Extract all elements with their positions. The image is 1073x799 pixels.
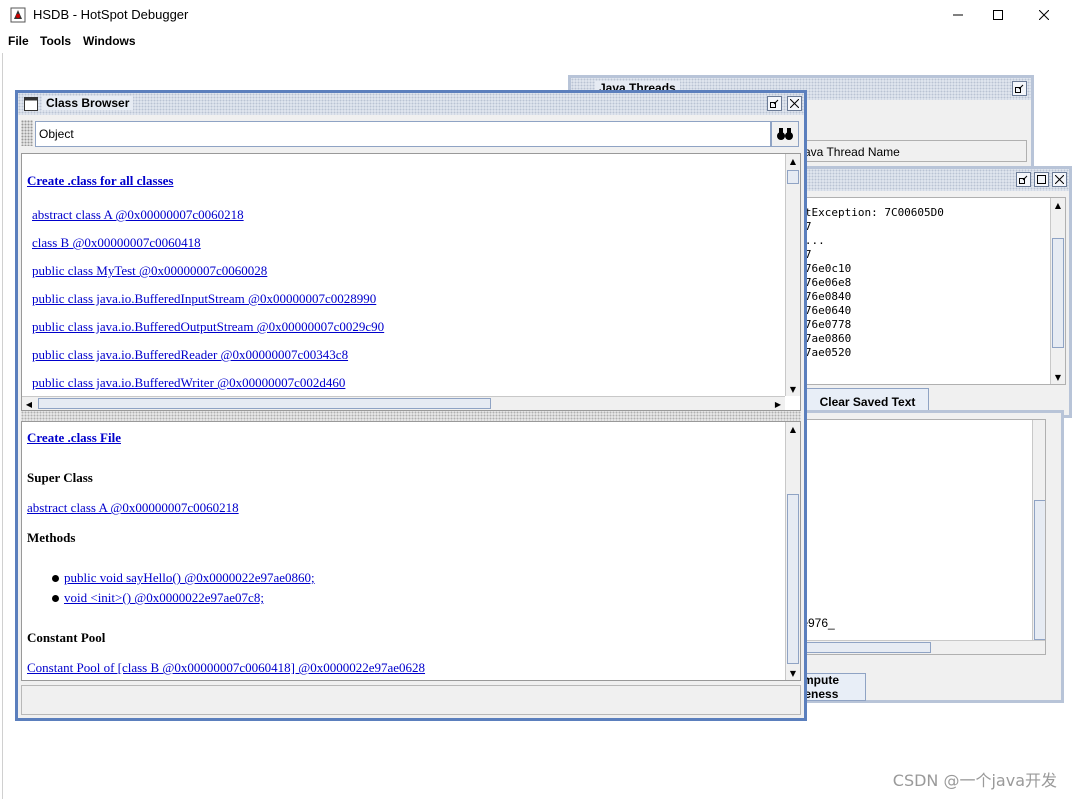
class-browser-window[interactable]: Class Browser Create .class for all clas… — [15, 90, 807, 721]
class-list-item[interactable]: public class java.io.BufferedReader @0x0… — [32, 347, 384, 375]
binoculars-icon — [777, 128, 793, 140]
class-search-input[interactable] — [35, 121, 771, 147]
scroll-right-arrow-icon[interactable]: ▶ — [771, 397, 785, 410]
close-icon — [1039, 10, 1049, 20]
method-link[interactable]: void <init>() @0x0000022e97ae07c8; — [64, 590, 264, 605]
command-scrollbar[interactable]: ▲ ▼ — [1050, 198, 1065, 384]
scroll-down-arrow-icon[interactable]: ▼ — [1051, 370, 1065, 384]
menu-bar: File Tools Windows — [0, 30, 1073, 52]
restore-icon[interactable] — [1016, 172, 1031, 187]
class-list: abstract class A @0x00000007c0060218 clas… — [32, 207, 384, 403]
method-list-item: void <init>() @0x0000022e97ae07c8; — [52, 590, 315, 610]
methods-heading: Methods — [27, 530, 76, 545]
class-browser-status-bar — [21, 685, 801, 715]
class-list-item[interactable]: public class java.io.BufferedOutputStrea… — [32, 319, 384, 347]
class-list-hscrollbar[interactable]: ◀ ▶ — [22, 396, 785, 410]
inspector-hscrollbar[interactable] — [786, 640, 1045, 654]
create-class-file-link[interactable]: Create .class File — [27, 430, 121, 446]
bullet-icon — [52, 575, 59, 582]
scroll-thumb[interactable] — [787, 494, 799, 664]
class-list-pane[interactable]: Create .class for all classes abstract c… — [21, 153, 801, 411]
scroll-down-arrow-icon[interactable]: ▼ — [786, 666, 800, 680]
class-list-item[interactable]: class B @0x00000007c0060418 — [32, 235, 384, 263]
hscroll-thumb[interactable] — [786, 642, 931, 653]
inspector-scrollbar[interactable] — [1032, 420, 1045, 640]
menu-tools[interactable]: Tools — [40, 34, 71, 48]
method-list: public void sayHello() @0x0000022e97ae08… — [52, 570, 315, 610]
close-button[interactable] — [1021, 0, 1067, 30]
scroll-up-arrow-icon[interactable]: ▲ — [1051, 198, 1065, 212]
bullet-icon — [52, 595, 59, 602]
scroll-up-arrow-icon[interactable]: ▲ — [786, 422, 800, 436]
minimize-icon — [953, 14, 963, 16]
method-list-item: public void sayHello() @0x0000022e97ae08… — [52, 570, 315, 590]
watermark: CSDN @一个java开发 — [892, 771, 1057, 790]
class-list-vscrollbar[interactable]: ▲ ▼ — [785, 154, 800, 396]
restore-icon[interactable] — [1012, 81, 1027, 96]
duke-icon — [10, 7, 26, 23]
create-all-classes-link[interactable]: Create .class for all classes — [27, 173, 173, 189]
window-title: HSDB - HotSpot Debugger — [33, 7, 189, 22]
class-detail-pane[interactable]: Create .class File Super Class abstract … — [21, 421, 801, 681]
split-divider[interactable] — [21, 411, 801, 421]
close-icon[interactable] — [787, 96, 802, 111]
scroll-up-arrow-icon[interactable]: ▲ — [786, 154, 800, 168]
super-class-link[interactable]: abstract class A @0x00000007c0060218 — [27, 500, 239, 516]
maximize-icon — [993, 10, 1003, 20]
maximize-button[interactable] — [975, 0, 1021, 30]
thread-name-header-label: Java Thread Name — [798, 145, 900, 159]
scroll-thumb[interactable] — [787, 170, 799, 184]
restore-icon[interactable] — [767, 96, 782, 111]
title-bar: HSDB - HotSpot Debugger — [0, 0, 1073, 30]
search-button[interactable] — [771, 121, 799, 147]
constant-pool-heading: Constant Pool — [27, 630, 106, 645]
toolbar-grip — [21, 120, 33, 146]
constant-pool-link[interactable]: Constant Pool of [class B @0x00000007c00… — [27, 660, 425, 676]
class-browser-title: Class Browser — [42, 96, 134, 110]
super-class-heading: Super Class — [27, 470, 93, 485]
detail-vscrollbar[interactable]: ▲ ▼ — [785, 422, 800, 680]
hscroll-thumb[interactable] — [38, 398, 491, 409]
scroll-down-arrow-icon[interactable]: ▼ — [786, 382, 800, 396]
class-list-item[interactable]: public class java.io.BufferedInputStream… — [32, 291, 384, 319]
window-icon — [24, 97, 38, 111]
maximize-icon[interactable] — [1034, 172, 1049, 187]
close-icon[interactable] — [1052, 172, 1067, 187]
class-list-item[interactable]: abstract class A @0x00000007c0060218 — [32, 207, 384, 235]
class-browser-titlebar[interactable]: Class Browser — [18, 93, 804, 115]
menu-file[interactable]: File — [8, 34, 29, 48]
class-list-item[interactable]: public class MyTest @0x00000007c0060028 — [32, 263, 384, 291]
scroll-thumb[interactable] — [1034, 500, 1045, 640]
menu-windows[interactable]: Windows — [83, 34, 136, 48]
method-link[interactable]: public void sayHello() @0x0000022e97ae08… — [64, 570, 315, 585]
scroll-left-arrow-icon[interactable]: ◀ — [22, 397, 36, 410]
scroll-thumb[interactable] — [1052, 238, 1064, 348]
